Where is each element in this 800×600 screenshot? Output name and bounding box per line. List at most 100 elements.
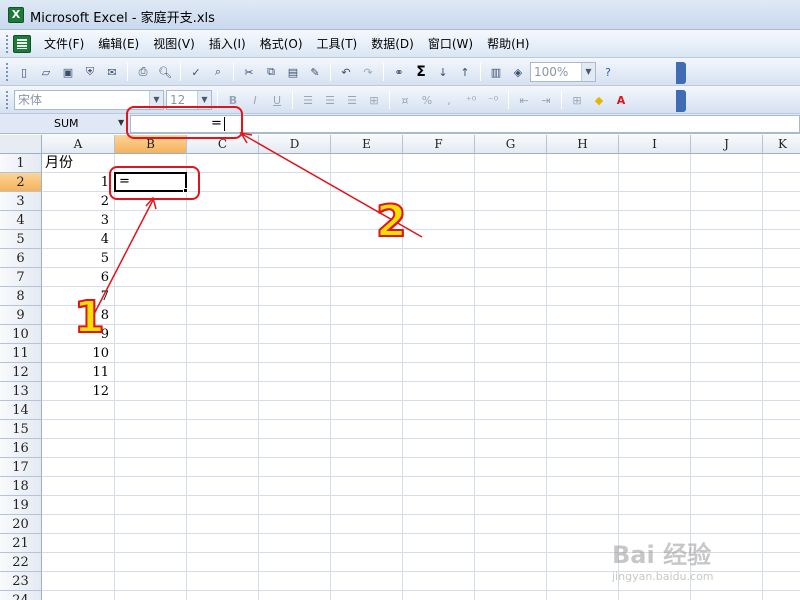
column-header-e[interactable]: E xyxy=(331,135,403,154)
column-header-k[interactable]: K xyxy=(763,135,800,154)
align-right-icon[interactable]: ☰ xyxy=(342,90,362,110)
menu-insert[interactable]: 插入(I) xyxy=(203,36,254,52)
cell-a5[interactable]: 4 xyxy=(42,230,112,249)
cell-a2[interactable]: 1 xyxy=(42,173,112,192)
row-header-3[interactable]: 3 xyxy=(0,192,42,211)
chart-wizard-icon[interactable]: ▥ xyxy=(486,62,506,82)
cell-a13[interactable]: 12 xyxy=(42,382,112,401)
help-icon[interactable]: ? xyxy=(598,62,618,82)
cut-icon[interactable]: ✂ xyxy=(239,62,259,82)
row-header-15[interactable]: 15 xyxy=(0,420,42,439)
zoom-select[interactable]: 100% ▼ xyxy=(530,62,596,82)
increase-decimal-icon[interactable]: ⁺⁰ xyxy=(461,90,481,110)
chevron-down-icon[interactable]: ▼ xyxy=(118,118,124,127)
toolbar-options-icon[interactable] xyxy=(676,62,686,84)
redo-icon[interactable]: ↷ xyxy=(358,62,378,82)
toolbar-grip[interactable] xyxy=(6,35,10,53)
row-header-14[interactable]: 14 xyxy=(0,401,42,420)
row-header-1[interactable]: 1 xyxy=(0,154,42,173)
cell-a7[interactable]: 6 xyxy=(42,268,112,287)
fill-color-icon[interactable]: ◆ xyxy=(589,90,609,110)
spelling-icon[interactable]: ✓ xyxy=(186,62,206,82)
row-header-20[interactable]: 20 xyxy=(0,515,42,534)
cell-a4[interactable]: 3 xyxy=(42,211,112,230)
decrease-indent-icon[interactable]: ⇤ xyxy=(514,90,534,110)
row-header-10[interactable]: 10 xyxy=(0,325,42,344)
column-header-i[interactable]: I xyxy=(619,135,691,154)
row-header-8[interactable]: 8 xyxy=(0,287,42,306)
excel-icon[interactable]: X xyxy=(8,7,24,23)
align-left-icon[interactable]: ☰ xyxy=(298,90,318,110)
row-header-9[interactable]: 9 xyxy=(0,306,42,325)
row-header-24[interactable]: 24 xyxy=(0,591,42,600)
drawing-icon[interactable]: ◈ xyxy=(508,62,528,82)
percent-button[interactable]: % xyxy=(417,90,437,110)
sort-descending-icon[interactable]: ↑ xyxy=(455,62,475,82)
chevron-down-icon[interactable]: ▼ xyxy=(581,63,595,81)
cell-a11[interactable]: 10 xyxy=(42,344,112,363)
menu-view[interactable]: 视图(V) xyxy=(147,36,203,52)
row-header-5[interactable]: 5 xyxy=(0,230,42,249)
print-preview-icon[interactable]: 🔍︎ xyxy=(155,62,175,82)
column-header-a[interactable]: A xyxy=(42,135,115,154)
borders-icon[interactable]: ⊞ xyxy=(567,90,587,110)
comma-button[interactable]: , xyxy=(439,90,459,110)
row-header-4[interactable]: 4 xyxy=(0,211,42,230)
row-header-19[interactable]: 19 xyxy=(0,496,42,515)
underline-button[interactable]: U xyxy=(267,90,287,110)
new-icon[interactable]: ▯ xyxy=(14,62,34,82)
column-header-f[interactable]: F xyxy=(403,135,475,154)
currency-icon[interactable]: ¤ xyxy=(395,90,415,110)
menu-window[interactable]: 窗口(W) xyxy=(422,36,481,52)
name-box[interactable]: SUM xyxy=(4,115,128,133)
workbook-icon[interactable] xyxy=(13,35,31,53)
menu-file[interactable]: 文件(F) xyxy=(38,36,92,52)
row-header-6[interactable]: 6 xyxy=(0,249,42,268)
hyperlink-icon[interactable]: ⚭ xyxy=(389,62,409,82)
row-header-22[interactable]: 22 xyxy=(0,553,42,572)
increase-indent-icon[interactable]: ⇥ xyxy=(536,90,556,110)
menu-help[interactable]: 帮助(H) xyxy=(481,36,537,52)
row-header-16[interactable]: 16 xyxy=(0,439,42,458)
row-header-23[interactable]: 23 xyxy=(0,572,42,591)
cell-a6[interactable]: 5 xyxy=(42,249,112,268)
save-icon[interactable]: ▣ xyxy=(58,62,78,82)
row-header-7[interactable]: 7 xyxy=(0,268,42,287)
align-center-icon[interactable]: ☰ xyxy=(320,90,340,110)
menu-tools[interactable]: 工具(T) xyxy=(311,36,366,52)
row-header-13[interactable]: 13 xyxy=(0,382,42,401)
column-header-d[interactable]: D xyxy=(259,135,331,154)
column-header-j[interactable]: J xyxy=(691,135,763,154)
merge-center-icon[interactable]: ⊞ xyxy=(364,90,384,110)
email-icon[interactable]: ✉ xyxy=(102,62,122,82)
row-header-17[interactable]: 17 xyxy=(0,458,42,477)
copy-icon[interactable]: ⧉ xyxy=(261,62,281,82)
permission-icon[interactable]: ⛨ xyxy=(80,62,100,82)
italic-button[interactable]: I xyxy=(245,90,265,110)
open-icon[interactable]: ▱ xyxy=(36,62,56,82)
row-header-12[interactable]: 12 xyxy=(0,363,42,382)
print-icon[interactable]: ⎙ xyxy=(133,62,153,82)
research-icon[interactable]: ⌕ xyxy=(208,62,228,82)
toolbar-grip[interactable] xyxy=(6,63,10,81)
toolbar-options-icon[interactable] xyxy=(676,90,686,112)
column-header-g[interactable]: G xyxy=(475,135,547,154)
row-header-21[interactable]: 21 xyxy=(0,534,42,553)
select-all-corner[interactable] xyxy=(0,135,42,154)
row-header-11[interactable]: 11 xyxy=(0,344,42,363)
format-painter-icon[interactable]: ✎ xyxy=(305,62,325,82)
row-header-18[interactable]: 18 xyxy=(0,477,42,496)
cell-a12[interactable]: 11 xyxy=(42,363,112,382)
cell-a1[interactable]: 月份 xyxy=(45,154,73,173)
font-color-button[interactable]: A xyxy=(611,90,631,110)
menu-data[interactable]: 数据(D) xyxy=(365,36,422,52)
menu-format[interactable]: 格式(O) xyxy=(254,36,311,52)
row-header-2[interactable]: 2 xyxy=(0,173,42,192)
cell-a3[interactable]: 2 xyxy=(42,192,112,211)
paste-icon[interactable]: ▤ xyxy=(283,62,303,82)
undo-icon[interactable]: ↶ xyxy=(336,62,356,82)
toolbar-grip[interactable] xyxy=(6,91,10,109)
column-header-h[interactable]: H xyxy=(547,135,619,154)
autosum-icon[interactable]: Σ xyxy=(411,62,431,82)
menu-edit[interactable]: 编辑(E) xyxy=(92,36,147,52)
